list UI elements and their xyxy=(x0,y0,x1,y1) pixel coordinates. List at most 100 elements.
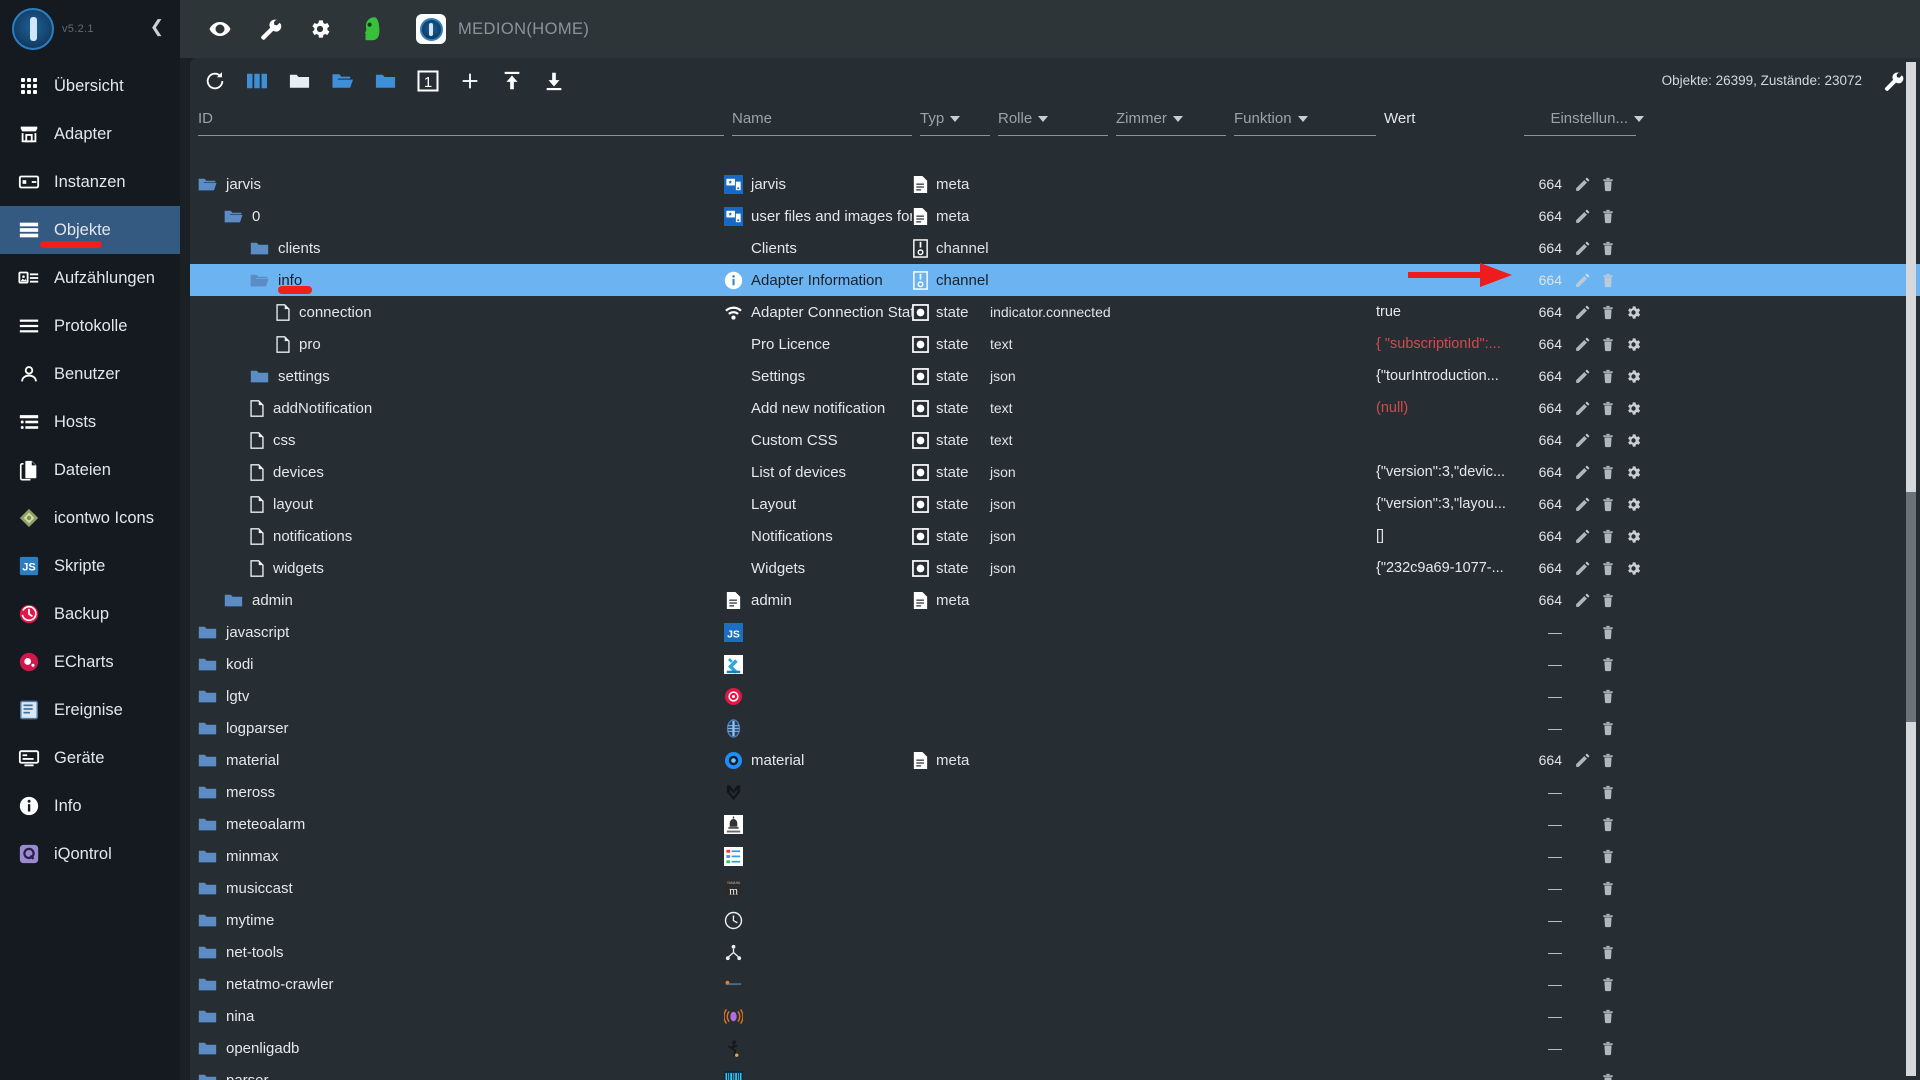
table-row[interactable]: pro Pro Licence state text { "subscriptionId… xyxy=(190,328,1920,360)
cell-id[interactable]: notifications xyxy=(190,528,724,545)
edit-icon[interactable] xyxy=(1574,464,1591,481)
settings-icon[interactable] xyxy=(1625,304,1642,321)
folder-closed-icon[interactable] xyxy=(198,817,226,832)
sidebar-item-echarts[interactable]: ECharts xyxy=(0,638,180,686)
table-row[interactable]: javascript JS — xyxy=(190,616,1920,648)
cell-id[interactable]: layout xyxy=(190,496,724,513)
settings-icon[interactable] xyxy=(1625,528,1642,545)
cell-id[interactable]: net-tools xyxy=(190,944,724,961)
table-row[interactable]: minmax — xyxy=(190,840,1920,872)
cell-id[interactable]: meross xyxy=(190,784,724,801)
sidebar-item-dateien[interactable]: Dateien xyxy=(0,446,180,494)
folder-closed-icon[interactable] xyxy=(198,753,226,768)
document-icon[interactable] xyxy=(250,559,273,577)
delete-icon[interactable] xyxy=(1600,944,1616,961)
expert-mode-icon[interactable] xyxy=(358,16,382,42)
table-row[interactable]: jarvis jarvis meta 664 xyxy=(190,168,1920,200)
edit-icon[interactable] xyxy=(1574,432,1591,449)
settings-icon[interactable] xyxy=(1625,336,1642,353)
table-row[interactable]: material material meta 664 xyxy=(190,744,1920,776)
refresh-button[interactable] xyxy=(204,67,226,95)
folder-closed-icon[interactable] xyxy=(198,1009,226,1024)
table-row[interactable]: css Custom CSS state text 664 xyxy=(190,424,1920,456)
settings-icon[interactable] xyxy=(1625,496,1642,513)
cell-wert[interactable]: true xyxy=(1376,304,1516,320)
document-icon[interactable] xyxy=(250,463,273,481)
table-row[interactable]: meteoalarm — xyxy=(190,808,1920,840)
cell-wert[interactable]: {"version":3,"devic... xyxy=(1376,464,1516,480)
table-row[interactable]: lgtv — xyxy=(190,680,1920,712)
table-row[interactable]: connection Adapter Connection Status state… xyxy=(190,296,1920,328)
cell-wert[interactable]: { "subscriptionId":... xyxy=(1376,336,1516,352)
table-settings-wrench-icon[interactable] xyxy=(1882,70,1904,97)
folder-closed-icon[interactable] xyxy=(198,1041,226,1056)
delete-icon[interactable] xyxy=(1600,656,1616,673)
table-row[interactable]: layout Layout state json {"version":3,"layou… xyxy=(190,488,1920,520)
table-row[interactable]: info Adapter Information channel 664 xyxy=(190,264,1920,296)
cell-id[interactable]: addNotification xyxy=(190,400,724,417)
import-button[interactable] xyxy=(501,67,523,95)
column-header-id[interactable]: ID xyxy=(198,110,732,136)
host-indicator[interactable]: MEDION(HOME) xyxy=(416,14,589,44)
sidebar-item-protokolle[interactable]: Protokolle xyxy=(0,302,180,350)
cell-id[interactable]: css xyxy=(190,432,724,449)
document-icon[interactable] xyxy=(276,335,299,353)
folder-closed-icon[interactable] xyxy=(224,593,252,608)
delete-icon[interactable] xyxy=(1600,336,1616,353)
delete-icon[interactable] xyxy=(1600,976,1616,993)
table-row[interactable]: kodi — xyxy=(190,648,1920,680)
cell-id[interactable]: meteoalarm xyxy=(190,816,724,833)
settings-icon[interactable] xyxy=(1625,400,1642,417)
delete-icon[interactable] xyxy=(1600,848,1616,865)
folder-closed-icon[interactable] xyxy=(198,785,226,800)
table-row[interactable]: settings Settings state json {"tourIntroduct… xyxy=(190,360,1920,392)
delete-icon[interactable] xyxy=(1600,464,1616,481)
depth-level-button[interactable]: 1 xyxy=(417,67,439,95)
folder-closed-icon[interactable] xyxy=(250,241,278,256)
table-row[interactable]: openligadb — xyxy=(190,1032,1920,1064)
table-row[interactable]: parser — xyxy=(190,1064,1920,1080)
delete-icon[interactable] xyxy=(1600,624,1616,641)
cell-id[interactable]: openligadb xyxy=(190,1040,724,1057)
cell-wert[interactable]: {"tourIntroduction... xyxy=(1376,368,1516,384)
delete-icon[interactable] xyxy=(1600,432,1616,449)
cell-id[interactable]: clients xyxy=(190,240,724,257)
edit-icon[interactable] xyxy=(1574,368,1591,385)
sidebar-item-icontwo-icons[interactable]: icontwo Icons xyxy=(0,494,180,542)
cell-id[interactable]: widgets xyxy=(190,560,724,577)
chevron-down-icon[interactable] xyxy=(1172,116,1183,122)
gear-icon[interactable] xyxy=(308,17,332,41)
cell-id[interactable]: minmax xyxy=(190,848,724,865)
table-row[interactable]: musiccast YAMAHA m — xyxy=(190,872,1920,904)
table-row[interactable]: logparser — xyxy=(190,712,1920,744)
delete-icon[interactable] xyxy=(1600,752,1616,769)
folder-closed-icon[interactable] xyxy=(250,369,278,384)
cell-id[interactable]: info xyxy=(190,272,724,289)
folder-open-icon[interactable] xyxy=(198,177,226,192)
settings-icon[interactable] xyxy=(1625,368,1642,385)
column-header-typ[interactable]: Typ xyxy=(920,110,998,136)
delete-icon[interactable] xyxy=(1600,816,1616,833)
cell-wert[interactable]: {"version":3,"layou... xyxy=(1376,496,1516,512)
vertical-scrollbar[interactable] xyxy=(1906,62,1916,1076)
cell-id[interactable]: material xyxy=(190,752,724,769)
table-row[interactable]: net-tools — xyxy=(190,936,1920,968)
cell-id[interactable]: logparser xyxy=(190,720,724,737)
scrollbar-thumb[interactable] xyxy=(1906,492,1916,722)
sidebar-item-info[interactable]: Info xyxy=(0,782,180,830)
column-header-einstellungen[interactable]: Einstellun... xyxy=(1524,110,1644,136)
cell-id[interactable]: admin xyxy=(190,592,724,609)
cell-id[interactable]: connection xyxy=(190,304,724,321)
table-row[interactable]: widgets Widgets state json {"232c9a69-1077-.… xyxy=(190,552,1920,584)
edit-icon[interactable] xyxy=(1574,752,1591,769)
cell-wert[interactable]: {"232c9a69-1077-... xyxy=(1376,560,1516,576)
sidebar-item-backup[interactable]: Backup xyxy=(0,590,180,638)
sidebar-item-skripte[interactable]: JS Skripte xyxy=(0,542,180,590)
cell-id[interactable]: lgtv xyxy=(190,688,724,705)
chevron-down-icon[interactable] xyxy=(1634,116,1644,122)
column-header-funktion[interactable]: Funktion xyxy=(1234,110,1384,136)
cell-id[interactable]: pro xyxy=(190,336,724,353)
settings-icon[interactable] xyxy=(1625,432,1642,449)
columns-button[interactable] xyxy=(246,67,268,95)
sidebar-item-hosts[interactable]: Hosts xyxy=(0,398,180,446)
